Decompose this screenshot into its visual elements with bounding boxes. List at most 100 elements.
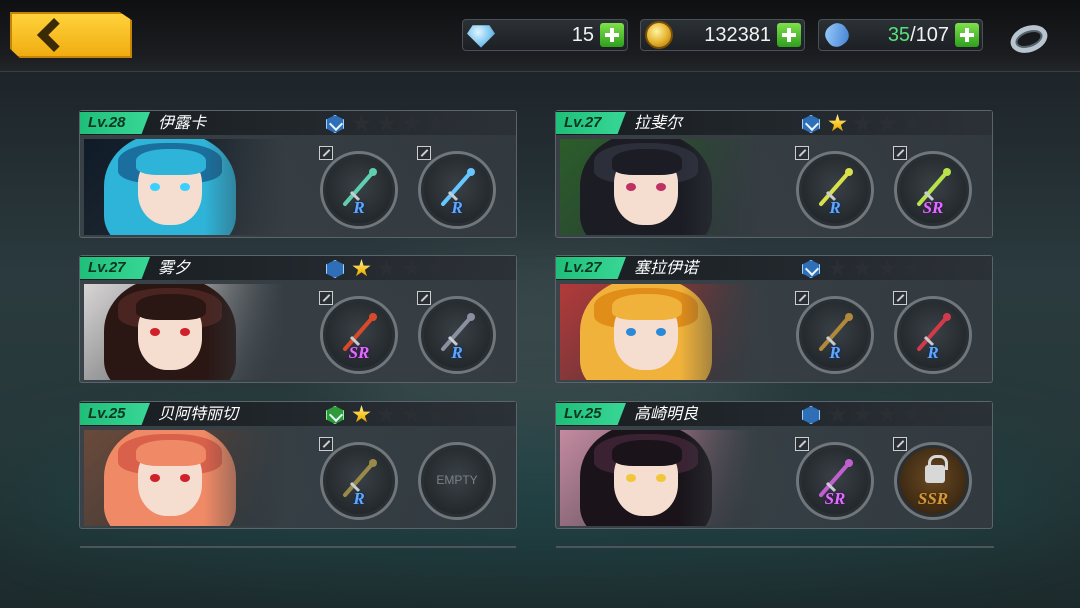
empty-equipment-slot[interactable]: EMPTY: [418, 442, 496, 520]
level-badge: Lv.25: [80, 403, 150, 425]
character-card[interactable]: Lv.28 伊露卡 R R: [79, 110, 517, 238]
equipment-slot[interactable]: R: [417, 146, 496, 229]
equipment-slot[interactable]: SSR: [893, 437, 972, 520]
equipment-slot[interactable]: R: [795, 291, 874, 374]
add-stamina-button[interactable]: [955, 23, 979, 47]
star-rating: [828, 114, 947, 133]
equipment-slot[interactable]: R: [893, 291, 972, 374]
level-badge: Lv.27: [556, 257, 626, 279]
equipment-slot[interactable]: SR: [893, 146, 972, 229]
add-gold-button[interactable]: [777, 23, 801, 47]
star-rating: [352, 405, 471, 424]
level-badge: Lv.27: [80, 257, 150, 279]
star-rating: [352, 259, 471, 278]
equipment-slot[interactable]: SR: [795, 437, 874, 520]
character-card[interactable]: Lv.27 塞拉伊诺 R R: [555, 255, 993, 383]
gold-counter: 132381: [640, 19, 805, 51]
star-empty-icon: [928, 259, 947, 277]
star-filled-icon: [828, 114, 847, 132]
star-empty-icon: [377, 405, 396, 423]
character-portrait: [560, 284, 760, 380]
edit-icon: [417, 291, 431, 305]
diamond-icon: [467, 25, 495, 48]
diamond-value: 15: [571, 23, 594, 46]
character-portrait: [84, 284, 284, 380]
edit-icon: [893, 146, 907, 160]
star-empty-icon: [377, 259, 396, 277]
gold-value: 132381: [704, 23, 771, 46]
rarity-label: SR: [348, 343, 370, 362]
character-card[interactable]: Lv.25 高崎明良 SR SSR: [555, 401, 993, 529]
rarity-label: R: [927, 343, 939, 362]
star-rating: [828, 259, 947, 278]
rarity-label: R: [451, 198, 463, 217]
level-badge: Lv.28: [80, 112, 150, 134]
equipment-slot[interactable]: SR: [319, 291, 398, 374]
top-bar: 15 132381 35/107: [0, 0, 1080, 72]
star-empty-icon: [928, 405, 947, 423]
star-empty-icon: [853, 114, 872, 132]
star-empty-icon: [928, 114, 947, 132]
stamina-counter: 35/107: [818, 19, 983, 51]
star-empty-icon: [828, 259, 847, 277]
star-rating: [352, 114, 471, 133]
character-name: 贝阿特丽切: [158, 404, 239, 423]
star-empty-icon: [828, 405, 847, 423]
character-card[interactable]: Lv.27 拉斐尔 R SR: [555, 110, 993, 238]
equipment-slot[interactable]: R: [417, 291, 496, 374]
rarity-label: R: [353, 489, 365, 508]
edit-icon: [319, 291, 333, 305]
star-empty-icon: [878, 259, 897, 277]
star-empty-icon: [903, 259, 922, 277]
add-diamond-button[interactable]: [600, 23, 624, 47]
star-empty-icon: [903, 114, 922, 132]
star-empty-icon: [452, 405, 471, 423]
star-empty-icon: [402, 405, 421, 423]
diamond-counter: 15: [462, 19, 628, 51]
rarity-label: SR: [824, 489, 846, 508]
star-filled-icon: [352, 405, 371, 423]
edit-icon: [893, 291, 907, 305]
rarity-label: SR: [922, 198, 944, 217]
star-empty-icon: [853, 405, 872, 423]
character-card[interactable]: Lv.27 雾夕 SR R: [79, 255, 517, 383]
star-empty-icon: [427, 114, 446, 132]
edit-icon: [417, 146, 431, 160]
level-badge: Lv.25: [556, 403, 626, 425]
character-portrait: [84, 139, 284, 235]
character-portrait: [560, 139, 760, 235]
character-name: 伊露卡: [158, 113, 207, 132]
rarity-label: R: [829, 198, 841, 217]
character-name: 雾夕: [158, 258, 191, 277]
equipment-slot[interactable]: R: [795, 146, 874, 229]
star-empty-icon: [903, 405, 922, 423]
star-empty-icon: [402, 259, 421, 277]
lock-icon: [925, 455, 948, 483]
rarity-label: R: [829, 343, 841, 362]
character-name: 高崎明良: [634, 404, 699, 423]
edit-icon: [795, 437, 809, 451]
character-card[interactable]: Lv.25 贝阿特丽切 R EMPTY: [79, 401, 517, 529]
star-empty-icon: [352, 114, 371, 132]
ring-button[interactable]: [1006, 18, 1052, 58]
edit-icon: [893, 437, 907, 451]
equipment-slot[interactable]: R: [319, 437, 398, 520]
equipment-slot[interactable]: R: [319, 146, 398, 229]
rarity-label: R: [451, 343, 463, 362]
edit-icon: [795, 291, 809, 305]
star-empty-icon: [377, 114, 396, 132]
stamina-value: 35/107: [851, 24, 955, 47]
rarity-label: R: [353, 198, 365, 217]
star-empty-icon: [452, 114, 471, 132]
star-empty-icon: [853, 259, 872, 277]
character-portrait: [84, 430, 284, 526]
star-empty-icon: [427, 405, 446, 423]
stamina-pill-icon: [821, 19, 853, 51]
character-name: 拉斐尔: [634, 113, 683, 132]
edit-icon: [795, 146, 809, 160]
stamina-current: 35: [887, 23, 911, 46]
empty-label: EMPTY: [436, 473, 478, 487]
back-button[interactable]: [10, 12, 132, 58]
edit-icon: [319, 146, 333, 160]
level-badge: Lv.27: [556, 112, 626, 134]
